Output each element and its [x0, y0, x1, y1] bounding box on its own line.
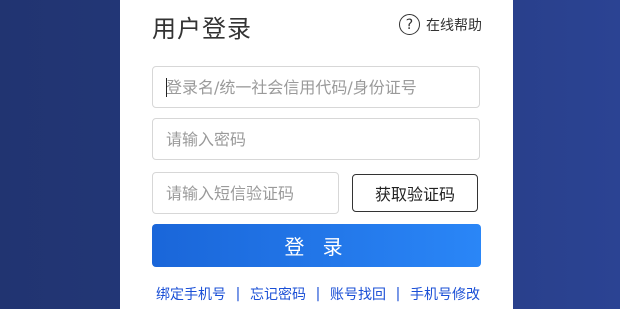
- online-help-link[interactable]: ? 在线帮助: [399, 14, 482, 35]
- link-separator: |: [395, 286, 401, 302]
- login-button[interactable]: 登 录: [152, 224, 481, 267]
- bind-phone-link[interactable]: 绑定手机号: [156, 284, 226, 304]
- sms-code-input[interactable]: [152, 172, 339, 214]
- get-code-button[interactable]: 获取验证码: [352, 174, 478, 212]
- online-help-label: 在线帮助: [426, 17, 482, 34]
- question-circle-icon: ?: [399, 14, 420, 35]
- forgot-password-link[interactable]: 忘记密码: [250, 284, 306, 304]
- footer-links: 绑定手机号 | 忘记密码 | 账号找回 | 手机号修改: [156, 284, 480, 304]
- username-input[interactable]: [152, 66, 480, 108]
- login-card: 用户登录 ? 在线帮助 获取验证码 登 录 绑定手机号 | 忘记密码 | 账号找…: [120, 0, 513, 309]
- link-separator: |: [235, 286, 241, 302]
- recover-account-link[interactable]: 账号找回: [330, 284, 386, 304]
- page-title: 用户登录: [152, 15, 252, 43]
- text-cursor: [166, 78, 167, 97]
- change-phone-link[interactable]: 手机号修改: [410, 284, 480, 304]
- password-input[interactable]: [152, 118, 480, 160]
- link-separator: |: [315, 286, 321, 302]
